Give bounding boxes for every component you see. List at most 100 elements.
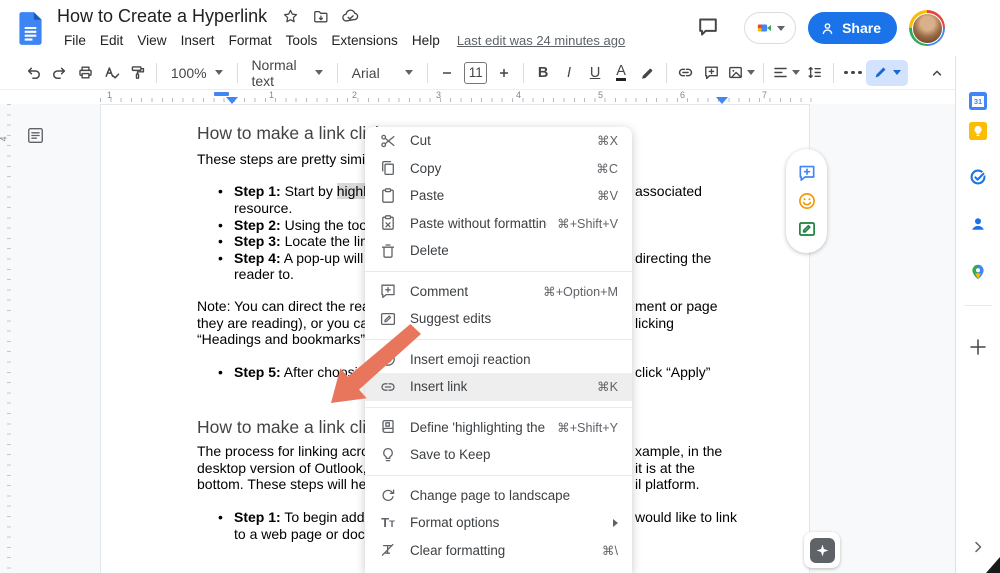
print-button[interactable] [72,60,98,86]
menu-item-paste-without-formatting[interactable]: Paste without formatting ⌘+Shift+V [365,210,632,238]
google-maps-icon[interactable] [969,263,987,281]
comment-history-icon[interactable] [696,15,722,41]
add-comment-button[interactable] [699,60,725,86]
paragraph-style-select[interactable]: Normal text [243,57,330,89]
text-color-button[interactable]: A [608,60,634,86]
menu-item-save-to-keep[interactable]: Save to Keep [365,441,632,469]
italic-button[interactable]: I [556,60,582,86]
more-options-button[interactable] [840,60,866,86]
first-line-indent-marker[interactable] [214,92,229,96]
comment-add-icon [379,282,397,300]
google-keep-icon[interactable] [969,122,987,140]
doc-fragment: it is at the [635,460,695,476]
font-size-field[interactable]: 11 [464,61,488,84]
avatar[interactable] [909,10,945,46]
google-docs-logo[interactable] [17,10,44,46]
doc-bullet-step2: Step 2: Using the toolb [218,217,378,233]
increase-font-button[interactable] [491,60,517,86]
explore-star-icon [809,537,835,563]
document-canvas: 4 How to make a link click These steps a… [0,104,1000,573]
document-title[interactable]: How to Create a Hyperlink [57,6,267,27]
highlight-color-button[interactable] [634,60,660,86]
document-status-icon[interactable] [339,5,361,27]
menu-item-change-page-to-landscape[interactable]: Change page to landscape [365,482,632,510]
menu-format[interactable]: Format [222,31,279,50]
google-tasks-icon[interactable] [969,168,987,186]
show-outline-button[interactable] [26,126,45,145]
explore-button[interactable] [804,532,840,568]
menu-insert[interactable]: Insert [174,31,222,50]
menu-item-delete[interactable]: Delete [365,237,632,265]
doc-bullet-step4: Step 4: A pop-up will a [218,250,375,266]
app-header: How to Create a Hyperlink File Edit View… [0,0,1000,56]
menu-tools[interactable]: Tools [279,31,325,50]
menu-item-define[interactable]: Define 'highlighting the te...' ⌘+Shift+… [365,414,632,442]
suggest-edits-icon[interactable] [797,219,817,239]
doc-line: to a web page or docu [234,526,373,542]
align-button[interactable] [770,60,801,86]
menu-item-clear-formatting[interactable]: Clear formatting ⌘\ [365,537,632,565]
doc-bullet-step3: Step 3: Locate the link [218,233,375,249]
zoom-select[interactable]: 100% [163,60,231,86]
menu-item-comment[interactable]: Comment ⌘+Option+M [365,278,632,306]
doc-line: resource. [234,200,293,216]
add-comment-icon[interactable] [797,163,817,183]
share-label: Share [842,20,881,36]
underline-button[interactable]: U [582,60,608,86]
get-add-ons-button[interactable] [967,336,989,358]
menu-item-paste[interactable]: Paste ⌘V [365,182,632,210]
svg-text:31: 31 [974,97,982,106]
menu-file[interactable]: File [57,31,93,50]
star-icon[interactable] [279,5,301,27]
red-pointer-arrow [316,323,428,411]
menu-extensions[interactable]: Extensions [324,31,405,50]
doc-fragment: licking [635,315,674,331]
menu-edit[interactable]: Edit [93,31,130,50]
mouse-cursor [986,557,1000,573]
chevron-down-icon [314,70,323,75]
format-options-icon: TT [381,515,395,531]
pencil-icon [875,67,886,78]
doc-note-line: Note: You can direct the reade [197,298,386,314]
menu-help[interactable]: Help [405,31,447,50]
side-panel: 31 [955,56,1000,573]
insert-link-button[interactable] [673,60,699,86]
line-spacing-button[interactable] [801,60,827,86]
clear-formatting-icon [379,541,397,559]
chevron-down-icon [791,70,800,75]
insert-image-button[interactable] [725,60,757,86]
move-folder-icon[interactable] [309,5,331,27]
horizontal-ruler: 1 1 2 3 4 5 6 7 [0,90,1000,104]
doc-heading-2: How to make a link click [197,417,384,437]
decrease-font-button[interactable] [434,60,460,86]
meet-button[interactable] [744,12,797,44]
editing-mode-button[interactable] [865,59,909,86]
google-calendar-icon[interactable]: 31 [969,92,987,110]
chevron-down-icon [214,70,223,75]
chevron-down-icon [892,70,901,75]
bold-button[interactable]: B [530,60,556,86]
toolbar: 100% Normal text Arial 11 B I U A [0,56,1000,90]
scissors-icon [379,132,397,150]
google-contacts-icon[interactable] [969,215,987,233]
emoji-reaction-icon[interactable] [797,191,817,211]
doc-fragment: il platform. [635,476,700,492]
font-select[interactable]: Arial [344,60,422,86]
right-indent-marker[interactable] [716,97,728,104]
ellipsis-icon [844,70,848,75]
left-indent-marker[interactable] [226,97,238,104]
menu-view[interactable]: View [130,31,173,50]
paint-format-button[interactable] [124,60,150,86]
hide-menus-button[interactable] [924,60,950,86]
menu-item-format-options[interactable]: TT Format options [365,509,632,537]
doc-paragraph: The process for linking across [197,443,383,459]
last-edit-link[interactable]: Last edit was 24 minutes ago [457,33,625,48]
redo-button[interactable] [46,60,72,86]
hide-side-panel-button[interactable] [969,538,987,556]
doc-fragment: directing the [635,250,712,266]
menu-item-copy[interactable]: Copy ⌘C [365,155,632,183]
share-button[interactable]: Share [808,12,897,44]
undo-button[interactable] [20,60,46,86]
menu-item-cut[interactable]: Cut ⌘X [365,127,632,155]
spellcheck-button[interactable] [98,60,124,86]
